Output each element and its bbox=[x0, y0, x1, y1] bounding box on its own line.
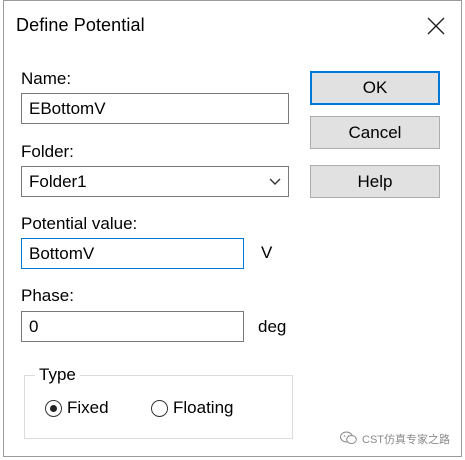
radio-fixed-dot bbox=[50, 405, 57, 412]
name-label: Name: bbox=[21, 69, 72, 88]
potential-unit-label: V bbox=[261, 243, 273, 262]
type-groupbox: Type Fixed Floating bbox=[24, 365, 293, 439]
potential-value-label: Potential value: bbox=[21, 214, 138, 233]
ok-button[interactable]: OK bbox=[310, 71, 440, 105]
folder-select-value: Folder1 bbox=[29, 172, 87, 191]
close-button[interactable] bbox=[419, 9, 453, 43]
potential-value-input[interactable]: BottomV bbox=[21, 238, 244, 269]
phase-input[interactable]: 0 bbox=[21, 311, 244, 342]
phase-unit-label: deg bbox=[258, 317, 287, 336]
close-icon bbox=[427, 17, 445, 35]
wechat-icon bbox=[340, 431, 357, 444]
folder-label: Folder: bbox=[21, 142, 74, 161]
radio-floating-label: Floating bbox=[173, 398, 234, 417]
cancel-button[interactable]: Cancel bbox=[310, 116, 440, 149]
name-input[interactable]: EBottomV bbox=[21, 93, 289, 124]
define-potential-dialog: Define Potential Name: EBottomV Folder: … bbox=[3, 0, 462, 457]
help-button[interactable]: Help bbox=[310, 165, 440, 198]
radio-fixed-circle bbox=[45, 400, 62, 417]
folder-select[interactable]: Folder1 bbox=[21, 166, 289, 197]
radio-floating-circle bbox=[151, 400, 168, 417]
radio-fixed-label: Fixed bbox=[67, 398, 109, 417]
chevron-down-icon bbox=[269, 178, 281, 185]
watermark-text: CST仿真专家之路 bbox=[362, 434, 450, 446]
title-bar[interactable]: Define Potential bbox=[4, 1, 461, 51]
type-group-legend: Type bbox=[35, 365, 80, 385]
dialog-title: Define Potential bbox=[16, 15, 145, 35]
phase-label: Phase: bbox=[21, 286, 74, 305]
